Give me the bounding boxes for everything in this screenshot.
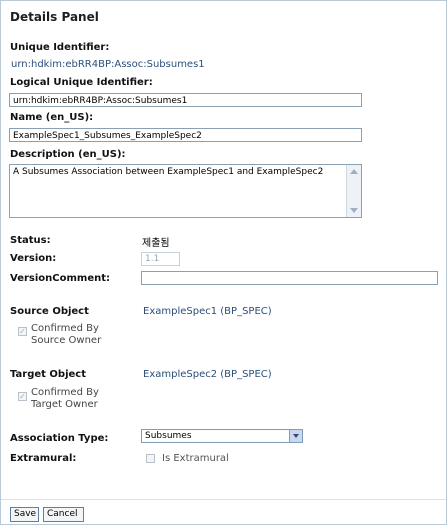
unique-identifier-label: Unique Identifier: xyxy=(10,42,110,53)
chevron-down-icon[interactable] xyxy=(289,430,302,442)
scroll-down-arrow-icon[interactable] xyxy=(350,208,358,213)
scroll-up-arrow-icon[interactable] xyxy=(350,169,358,174)
extramural-checkbox[interactable] xyxy=(146,454,155,463)
name-input[interactable]: ExampleSpec1_Subsumes_ExampleSpec2 xyxy=(9,128,362,142)
version-label: Version: xyxy=(10,253,57,264)
association-type-select[interactable]: Subsumes xyxy=(141,429,303,443)
source-confirm-line2: Source Owner xyxy=(31,335,102,346)
save-button[interactable]: Save xyxy=(10,507,39,522)
version-comment-input[interactable] xyxy=(141,271,438,285)
target-confirm-line1: Confirmed By xyxy=(31,387,99,398)
extramural-checkbox-label: Is Extramural xyxy=(162,453,229,464)
cancel-button[interactable]: Cancel xyxy=(43,507,84,522)
source-confirm-line1: Confirmed By xyxy=(31,323,99,334)
description-label: Description (en_US): xyxy=(10,149,126,160)
logical-unique-identifier-label: Logical Unique Identifier: xyxy=(10,77,153,88)
details-panel: Details Panel Unique Identifier: urn:hdk… xyxy=(0,0,447,525)
description-textarea[interactable]: A Subsumes Association between ExampleSp… xyxy=(9,164,362,218)
extramural-label: Extramural: xyxy=(10,453,77,464)
name-label: Name (en_US): xyxy=(10,112,94,123)
footer-divider xyxy=(1,499,446,500)
panel-title: Details Panel xyxy=(10,10,99,24)
status-value: 제출됨 xyxy=(142,238,170,249)
description-scrollbar[interactable] xyxy=(346,165,361,217)
target-confirm-checkbox[interactable]: ✓ xyxy=(18,392,27,401)
logical-unique-identifier-input[interactable]: urn:hdkim:ebRR4BP:Assoc:Subsumes1 xyxy=(9,93,362,107)
source-confirm-checkbox[interactable]: ✓ xyxy=(18,327,27,336)
target-confirm-line2: Target Owner xyxy=(31,399,98,410)
unique-identifier-value: urn:hdkim:ebRR4BP:Assoc:Subsumes1 xyxy=(11,59,205,70)
target-object-label: Target Object xyxy=(10,369,86,380)
source-object-label: Source Object xyxy=(10,306,89,317)
source-confirm-label: Confirmed By Source Owner xyxy=(31,323,101,347)
association-type-label: Association Type: xyxy=(10,433,109,444)
version-comment-label: VersionComment: xyxy=(10,273,111,284)
association-type-value: Subsumes xyxy=(145,431,192,441)
status-label: Status: xyxy=(10,235,51,246)
version-input: 1.1 xyxy=(141,252,180,266)
source-object-link[interactable]: ExampleSpec1 (BP_SPEC) xyxy=(143,306,272,317)
target-object-link[interactable]: ExampleSpec2 (BP_SPEC) xyxy=(143,369,272,380)
target-confirm-label: Confirmed By Target Owner xyxy=(31,387,99,411)
description-text: A Subsumes Association between ExampleSp… xyxy=(13,167,324,177)
